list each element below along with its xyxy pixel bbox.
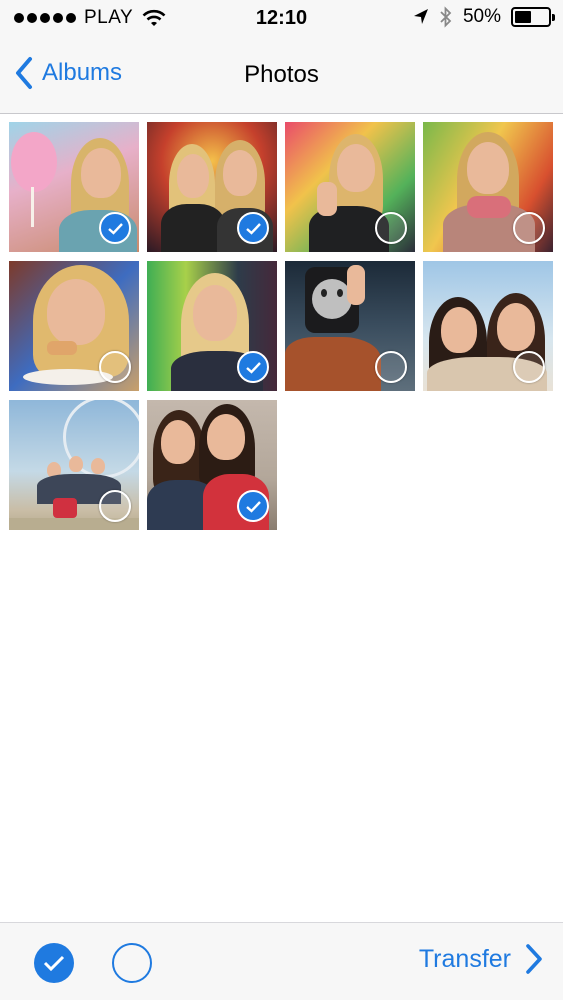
photo-thumbnail[interactable] [9,261,139,391]
selection-checkmark[interactable] [99,212,131,244]
checkmark-icon [107,222,123,235]
selection-circle[interactable] [513,351,545,383]
page-title: Photos [244,61,319,88]
photo-thumbnail[interactable] [9,400,139,530]
photo-thumbnail[interactable] [9,122,139,252]
photo-thumbnail[interactable] [147,122,277,252]
chevron-right-icon [526,944,542,974]
location-arrow-icon [413,9,428,24]
status-right: 50% [413,6,555,28]
photo-thumbnail[interactable] [285,261,415,391]
photo-thumbnail[interactable] [285,122,415,252]
battery-percent: 50% [462,6,501,27]
photo-thumbnail[interactable] [147,261,277,391]
bluetooth-icon [440,6,452,28]
selection-circle[interactable] [375,212,407,244]
selection-circle[interactable] [513,212,545,244]
battery-level [515,11,531,23]
checkmark-icon [245,222,261,235]
status-bar: PLAY 12:10 50% [0,0,563,38]
navigation-bar: Albums Photos [0,38,563,114]
battery-icon [511,7,555,27]
photo-grid [9,122,555,530]
checkmark-icon [43,955,65,971]
selection-circle[interactable] [99,490,131,522]
selection-checkmark[interactable] [237,351,269,383]
photo-thumbnail[interactable] [423,261,553,391]
selection-checkmark[interactable] [237,212,269,244]
photo-thumbnail[interactable] [147,400,277,530]
bottom-toolbar: Transfer [0,922,563,1000]
photo-thumbnail[interactable] [423,122,553,252]
checkmark-icon [245,500,261,513]
transfer-button[interactable]: Transfer [419,943,543,975]
deselect-all-button[interactable] [112,943,152,983]
transfer-button-label: Transfer [418,944,511,973]
select-all-button[interactable] [34,943,74,983]
selection-checkmark[interactable] [237,490,269,522]
checkmark-icon [245,361,261,374]
selection-circle[interactable] [99,351,131,383]
selection-circle[interactable] [375,351,407,383]
